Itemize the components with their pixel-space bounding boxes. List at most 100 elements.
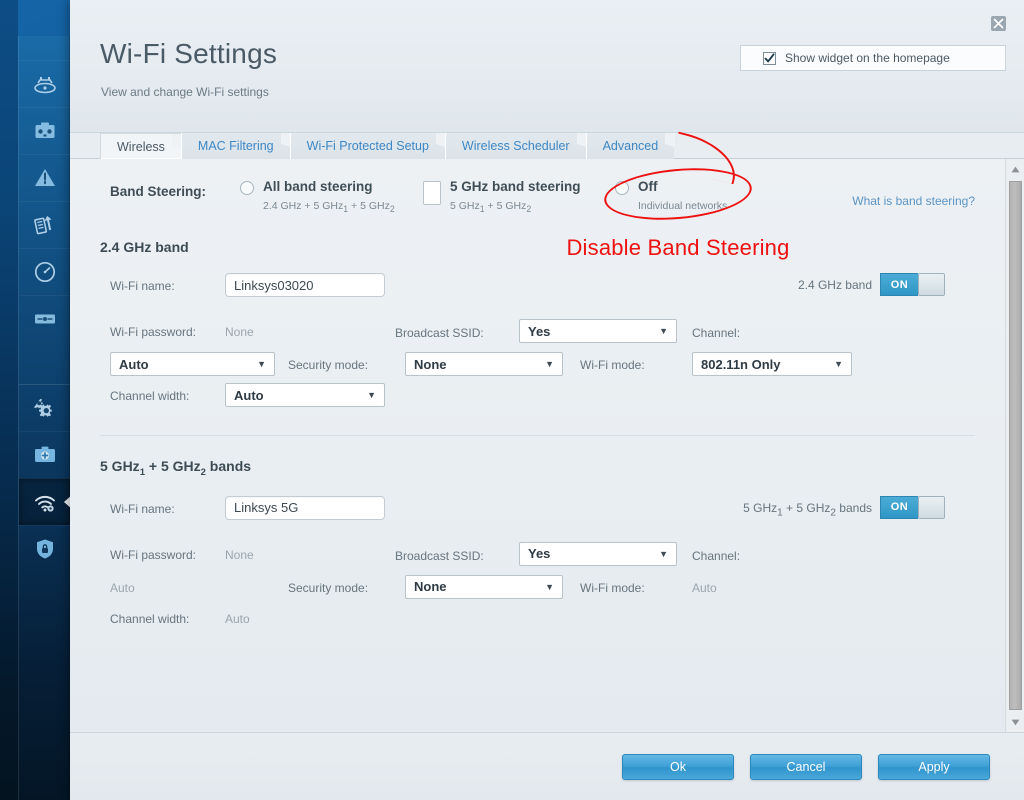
wifi-name-input[interactable]: Linksys 5G [225,496,385,520]
sidebar-item-wifi-settings[interactable]: Wi-Fi Settings [19,478,71,525]
channel-width-select[interactable]: Auto ▼ [225,383,385,407]
scroll-up-arrow-icon[interactable] [1006,161,1024,177]
troubleshoot-warning-icon [32,165,58,191]
sidebar-item-router-settings[interactable]: Router Settings [19,60,71,107]
router-icon [32,71,58,97]
band-5-details: Wi-Fi password: None Broadcast SSID: Yes… [100,542,975,628]
channel-select[interactable]: Auto▼ [110,352,275,376]
chevron-down-icon: ▼ [257,359,266,369]
broadcast-ssid-label: Broadcast SSID: [395,549,484,563]
show-widget-label: Show widget on the homepage [785,51,950,65]
tab-advanced[interactable]: Advanced [586,133,675,159]
what-is-band-steering-link[interactable]: What is band steering? [852,194,975,208]
toggle-on-state: ON [880,273,918,296]
tab-label: Wireless [117,140,165,154]
option-title: All band steering [263,179,373,194]
toggle-knob [918,496,945,519]
wifi-mode-label: Wi-Fi mode: [580,358,645,372]
radio-5ghz-band-steering[interactable] [423,181,441,205]
sidebar-item-speed-test[interactable]: Speed Test [19,248,71,295]
option-title: 5 GHz band steering [450,179,581,194]
select-value: None [414,579,447,594]
sidebar-item-security[interactable]: Security [19,525,71,572]
cancel-button[interactable]: Cancel [750,754,862,780]
band-steering-label: Band Steering: [110,184,206,199]
tab-mac-filtering[interactable]: MAC Filtering [181,133,290,159]
wifi-password-value: None [225,325,254,339]
sidebar-top-spacer [19,36,69,60]
wifi-name-input[interactable]: Linksys03020 [225,273,385,297]
sidebar-mid-spacer [19,342,69,384]
tab-wireless-scheduler[interactable]: Wireless Scheduler [445,133,586,159]
section-divider [100,435,975,436]
channel-width-label: Channel width: [110,389,189,403]
select-value: Yes [528,546,550,561]
option-subtitle: 2.4 GHz + 5 GHz1 + 5 GHz2 [263,200,395,212]
chevron-down-icon: ▼ [659,326,668,336]
wifi-settings-icon [32,489,58,515]
show-widget-checkbox-row[interactable]: Show widget on the homepage [740,45,1006,71]
wifi-mode-select[interactable]: 802.11n Only ▼ [692,352,852,376]
media-icon [32,118,58,144]
sidebar-item-media-prioritization[interactable]: Media Prioritization [19,107,71,154]
band-5-name-row: Wi-Fi name: Linksys 5G 5 GHz1 + 5 GHz2 b… [100,496,975,542]
wifi-password-label: Wi-Fi password: [110,325,196,339]
sidebar-item-administration[interactable]: Administration [19,384,71,431]
broadcast-ssid-label: Broadcast SSID: [395,326,484,340]
shield-lock-icon [32,536,58,562]
gears-icon [32,395,58,421]
ok-button[interactable]: Ok [622,754,734,780]
security-mode-select[interactable]: None▼ [405,352,563,376]
band-24-name-row: Wi-Fi name: Linksys03020 2.4 GHz band ON [100,273,975,319]
chevron-down-icon: ▼ [367,390,376,400]
tab-label: MAC Filtering [198,139,274,153]
band-24-toggle[interactable]: ON [880,273,945,296]
tab-label: Advanced [603,139,659,153]
toggle-on-state: ON [880,496,918,519]
scrollbar-thumb[interactable] [1009,181,1022,710]
sidebar-item-backup[interactable]: Backup [19,431,71,478]
band-24-toggle-label: 2.4 GHz band [798,278,872,292]
tab-wifi-protected-setup[interactable]: Wi-Fi Protected Setup [290,133,445,159]
broadcast-ssid-select[interactable]: Yes▼ [519,319,677,343]
scroll-down-arrow-icon[interactable] [1006,714,1024,730]
page-title: Wi-Fi Settings [100,38,277,70]
band-5-toggle[interactable]: ON [880,496,945,519]
checkbox-checked-icon[interactable] [763,52,776,65]
select-value: 802.11n Only [701,357,781,372]
radio-off[interactable] [615,181,629,195]
sidebar-item-connectivity[interactable]: Connectivity [19,295,71,342]
band-steering-option-5ghz[interactable]: 5 GHz band steering 5 GHz1 + 5 GHz2 [423,178,581,216]
wifi-password-value: None [225,548,254,562]
channel-label: Channel: [692,549,740,563]
wifi-mode-label: Wi-Fi mode: [580,581,645,595]
channel-value: Auto [110,581,135,595]
band-5-title: 5 GHz1 + 5 GHz2 bands [100,458,975,478]
channel-label: Channel: [692,326,740,340]
content-scrollbar[interactable] [1005,159,1024,732]
sidebar-item-external-storage[interactable]: External Storage [19,201,71,248]
tab-label: Wireless Scheduler [462,139,570,153]
connectivity-icon [32,306,58,332]
dialog-footer: Ok Cancel Apply [70,732,1024,800]
window-left-edge [0,0,18,800]
tab-wireless[interactable]: Wireless [100,133,181,159]
annotation-text: Disable Band Steering [468,235,888,261]
band-steering-option-all[interactable]: All band steering 2.4 GHz + 5 GHz1 + 5 G… [240,178,395,216]
security-mode-select[interactable]: None ▼ [405,575,563,599]
sidebar-item-troubleshooting[interactable]: Troubleshooting [19,154,71,201]
band-steering-option-off[interactable]: Off Individual networks [615,178,727,214]
tab-label: Wi-Fi Protected Setup [307,139,429,153]
usb-storage-icon [32,212,58,238]
option-subtitle: Individual networks [638,200,727,212]
close-icon[interactable] [991,16,1006,31]
option-title: Off [638,179,658,194]
chevron-down-icon: ▼ [834,359,843,369]
chevron-down-icon: ▼ [545,582,554,592]
wifi-name-label: Wi-Fi name: [110,502,175,516]
apply-button[interactable]: Apply [878,754,990,780]
radio-all-band-steering[interactable] [240,181,254,195]
security-mode-label: Security mode: [288,581,368,595]
broadcast-ssid-select[interactable]: Yes▼ [519,542,677,566]
select-value: Auto [234,388,264,403]
